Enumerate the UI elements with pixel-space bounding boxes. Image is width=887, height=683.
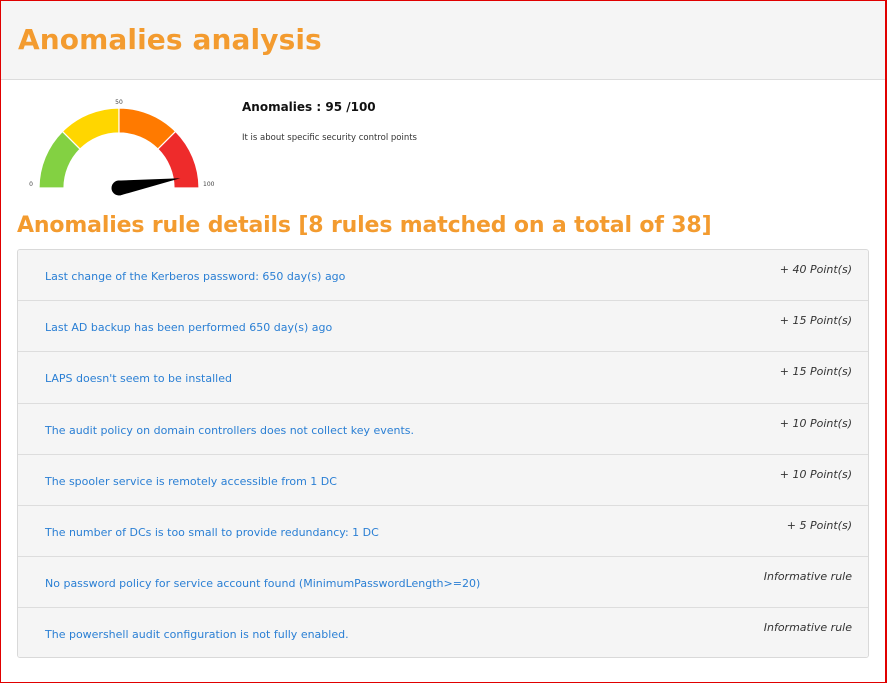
rule-points: Informative rule	[763, 570, 852, 584]
gauge-needle	[117, 178, 181, 196]
rule-row[interactable]: The number of DCs is too small to provid…	[18, 505, 868, 558]
gauge-max-label: 100	[203, 181, 215, 188]
rule-details-title: Anomalies rule details [8 rules matched …	[17, 213, 712, 238]
rule-link[interactable]: LAPS doesn't seem to be installed	[45, 372, 232, 385]
rule-row[interactable]: No password policy for service account f…	[18, 557, 868, 609]
rule-points: + 40 Point(s)	[779, 263, 852, 276]
rule-link[interactable]: The number of DCs is too small to provid…	[45, 526, 379, 539]
page-header: Anomalies analysis	[1, 1, 885, 80]
rule-row[interactable]: Last change of the Kerberos password: 65…	[18, 250, 868, 302]
rule-row[interactable]: The audit policy on domain controllers d…	[18, 403, 868, 455]
gauge-svg: 0 50 100	[29, 99, 215, 196]
rule-points: + 10 Point(s)	[779, 416, 852, 430]
rule-link[interactable]: No password policy for service account f…	[45, 577, 480, 590]
rule-row[interactable]: Last AD backup has been performed 650 da…	[18, 301, 868, 353]
score-description: It is about specific security control po…	[242, 133, 417, 143]
rule-link[interactable]: The powershell audit configuration is no…	[45, 628, 349, 641]
score-title: Anomalies : 95 /100	[242, 100, 376, 114]
rule-row[interactable]: LAPS doesn't seem to be installed + 15 Po…	[18, 352, 868, 404]
anomalies-gauge: 0 50 100	[24, 94, 219, 198]
rule-row[interactable]: The powershell audit configuration is no…	[18, 608, 868, 657]
rule-points: + 10 Point(s)	[779, 467, 852, 481]
rule-points: Informative rule	[763, 621, 852, 635]
gauge-hub	[111, 180, 127, 196]
page-title: Anomalies analysis	[18, 23, 322, 56]
gauge-mid-label: 50	[115, 99, 123, 106]
rule-link[interactable]: Last change of the Kerberos password: 65…	[45, 270, 345, 283]
rule-link[interactable]: The spooler service is remotely accessib…	[45, 475, 337, 488]
rule-points: + 15 Point(s)	[779, 314, 852, 328]
rule-link[interactable]: Last AD backup has been performed 650 da…	[45, 321, 332, 334]
rule-row[interactable]: The spooler service is remotely accessib…	[18, 454, 868, 506]
gauge-min-label: 0	[29, 181, 33, 188]
rule-link[interactable]: The audit policy on domain controllers d…	[45, 424, 414, 437]
rule-list: Last change of the Kerberos password: 65…	[17, 249, 869, 658]
rule-points: + 5 Point(s)	[786, 518, 852, 532]
rule-points: + 15 Point(s)	[779, 365, 852, 379]
